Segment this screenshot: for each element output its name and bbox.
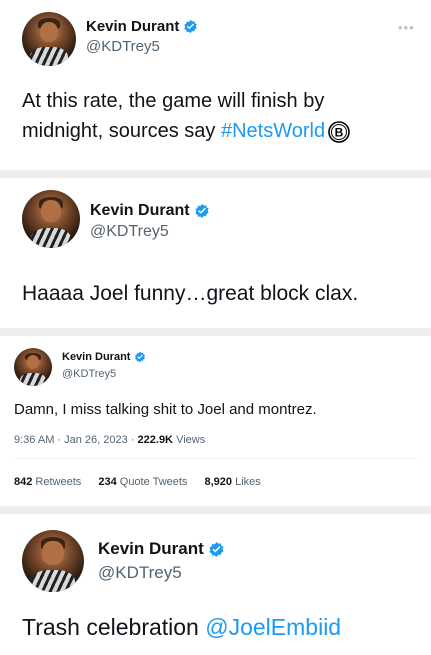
verified-badge-icon: [184, 19, 198, 34]
ellipsis-icon[interactable]: •••: [398, 20, 415, 35]
avatar[interactable]: [22, 12, 76, 66]
tweet-card-1: Kevin Durant @KDTrey5 ••• At this rate, …: [0, 0, 431, 170]
separator: [0, 170, 431, 178]
retweets-link[interactable]: 842 Retweets: [14, 476, 81, 488]
tweet-text: Damn, I miss talking shit to Joel and mo…: [14, 401, 317, 418]
tweet-card-4: Kevin Durant @KDTrey5 Trash celebration …: [0, 514, 431, 655]
author-handle[interactable]: @KDTrey5: [86, 38, 160, 55]
author-handle[interactable]: @KDTrey5: [98, 563, 182, 583]
author-name[interactable]: Kevin Durant: [90, 202, 210, 220]
tweet-timestamp[interactable]: 9:36 AM · Jan 26, 2023 · 222.9K Views: [14, 434, 205, 446]
likes-link[interactable]: 8,920 Likes: [205, 476, 261, 488]
svg-text:B: B: [335, 125, 344, 139]
author-name[interactable]: Kevin Durant: [86, 18, 198, 35]
tweet-text-line-1: At this rate, the game will finish by: [22, 90, 325, 112]
nets-logo-icon: B: [328, 120, 350, 143]
tweet-text: Haaaa Joel funny…great block clax.: [22, 282, 359, 305]
verified-badge-icon: [135, 351, 146, 363]
quote-tweets-link[interactable]: 234 Quote Tweets: [98, 476, 187, 488]
avatar[interactable]: [14, 348, 52, 386]
author-name[interactable]: Kevin Durant: [98, 539, 225, 559]
verified-badge-icon: [194, 204, 209, 218]
avatar[interactable]: [22, 190, 80, 248]
author-handle[interactable]: @KDTrey5: [62, 368, 116, 380]
mention-link[interactable]: @JoelEmbiid: [205, 614, 341, 640]
verified-badge-icon: [209, 541, 224, 557]
tweet-card-2: Kevin Durant @KDTrey5 Haaaa Joel funny…g…: [0, 178, 431, 328]
author-handle[interactable]: @KDTrey5: [90, 223, 169, 241]
hashtag-link[interactable]: #NetsWorld: [221, 120, 325, 142]
separator: [0, 328, 431, 336]
tweet-text: Trash celebration @JoelEmbiid: [22, 614, 342, 640]
engagement-stats: 842 Retweets 234 Quote Tweets 8,920 Like…: [14, 476, 261, 488]
tweet-text-line-2: midnight, sources say #NetsWorld B: [22, 120, 350, 143]
author-name[interactable]: Kevin Durant: [62, 351, 146, 363]
separator: [0, 506, 431, 514]
divider: [14, 458, 417, 459]
avatar[interactable]: [22, 530, 84, 592]
tweet-card-3: Kevin Durant @KDTrey5 Damn, I miss talki…: [0, 336, 431, 506]
